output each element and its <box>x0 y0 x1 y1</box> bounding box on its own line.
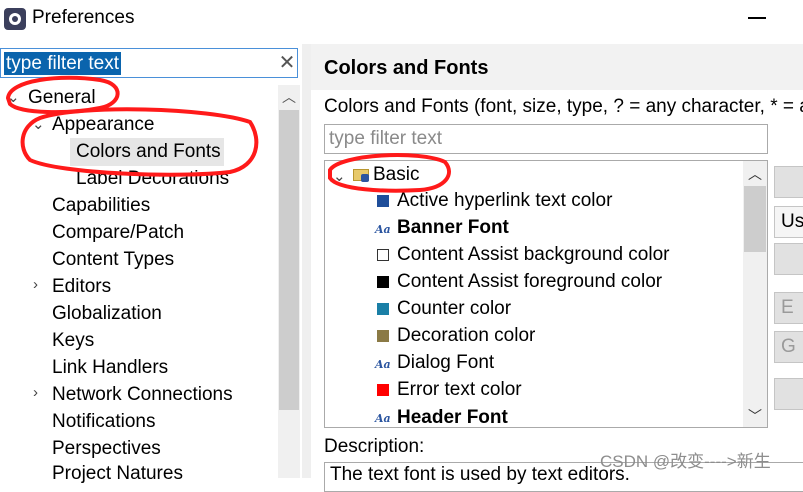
colors-filter-input[interactable]: type filter text <box>324 124 768 154</box>
side-button-3[interactable] <box>774 243 803 275</box>
tree-item-label-decorations[interactable]: Label Decorations <box>76 167 229 191</box>
list-item-active-hyperlink[interactable]: Active hyperlink text color <box>397 189 612 213</box>
description-label: Description: <box>324 436 425 457</box>
color-swatch <box>377 249 389 261</box>
tree-item-globalization[interactable]: Globalization <box>52 302 162 326</box>
list-item-decoration-color[interactable]: Decoration color <box>397 324 535 348</box>
chevron-down-icon[interactable]: ⌄ <box>333 167 346 185</box>
chevron-right-icon[interactable]: › <box>33 384 38 401</box>
tree-item-notifications[interactable]: Notifications <box>52 410 156 434</box>
list-item-counter-color[interactable]: Counter color <box>397 297 511 321</box>
side-button-6[interactable] <box>774 378 803 410</box>
scroll-up-icon[interactable]: ︿ <box>278 86 300 108</box>
tree-item-network-connections[interactable]: Network Connections <box>52 383 233 407</box>
font-icon: Aa <box>375 223 391 236</box>
eclipse-app-icon <box>4 8 26 30</box>
edit-button[interactable]: E <box>774 292 803 324</box>
tree-scrollbar-thumb[interactable] <box>279 110 299 410</box>
tree-item-compare-patch[interactable]: Compare/Patch <box>52 221 184 245</box>
list-scrollbar-thumb[interactable] <box>744 186 766 252</box>
minimize-icon[interactable] <box>748 17 766 19</box>
side-button-1[interactable] <box>774 166 803 198</box>
tree-item-editors[interactable]: Editors <box>52 275 111 299</box>
color-swatch <box>377 384 389 396</box>
chevron-down-icon[interactable]: ⌄ <box>7 88 20 106</box>
go-to-button[interactable]: G <box>774 331 803 363</box>
color-swatch <box>377 330 389 342</box>
tree-item-perspectives[interactable]: Perspectives <box>52 437 161 461</box>
watermark: CSDN @改变---->新生 <box>600 452 771 471</box>
font-icon: Aa <box>375 412 391 425</box>
list-item-content-assist-fg[interactable]: Content Assist foreground color <box>397 270 662 294</box>
tree-item-general[interactable]: General <box>28 86 96 110</box>
list-item-header-font[interactable]: Header Font <box>397 406 508 427</box>
colors-fonts-list[interactable]: ⌄ Basic Active hyperlink text color Aa B… <box>324 160 768 428</box>
chevron-down-icon[interactable]: ⌄ <box>32 115 45 133</box>
category-basic[interactable]: Basic <box>373 163 419 187</box>
list-item-error-text-color[interactable]: Error text color <box>397 378 522 402</box>
chevron-right-icon[interactable]: › <box>33 276 38 293</box>
font-icon: Aa <box>375 358 391 371</box>
tree-item-content-types[interactable]: Content Types <box>52 248 174 272</box>
tree-item-project-natures[interactable]: Project Natures <box>52 462 183 486</box>
clear-filter-icon[interactable]: ✕ <box>277 52 297 74</box>
tree-filter-text: type filter text <box>4 52 121 75</box>
font-badge-icon <box>361 174 369 182</box>
color-swatch <box>377 276 389 288</box>
page-description: Colors and Fonts (font, size, type, ? = … <box>324 96 803 117</box>
tree-item-link-handlers[interactable]: Link Handlers <box>52 356 168 380</box>
list-item-banner-font[interactable]: Banner Font <box>397 216 509 240</box>
tree-item-capabilities[interactable]: Capabilities <box>52 194 150 218</box>
tree-filter-input[interactable]: type filter text ✕ <box>0 48 298 78</box>
list-item-content-assist-bg[interactable]: Content Assist background color <box>397 243 670 267</box>
tree-item-keys[interactable]: Keys <box>52 329 94 353</box>
color-swatch <box>377 303 389 315</box>
scroll-up-icon[interactable]: ︿ <box>743 163 767 185</box>
panel-divider[interactable] <box>302 44 311 478</box>
tree-item-appearance[interactable]: Appearance <box>52 113 154 137</box>
window-title: Preferences <box>32 7 135 28</box>
list-item-dialog-font[interactable]: Dialog Font <box>397 351 494 375</box>
color-swatch <box>377 195 389 207</box>
page-title: Colors and Fonts <box>324 57 489 79</box>
scroll-down-icon[interactable]: ﹀ <box>743 405 767 427</box>
tree-item-colors-and-fonts[interactable]: Colors and Fonts <box>76 140 221 164</box>
use-system-font-button[interactable]: Use <box>774 206 803 238</box>
